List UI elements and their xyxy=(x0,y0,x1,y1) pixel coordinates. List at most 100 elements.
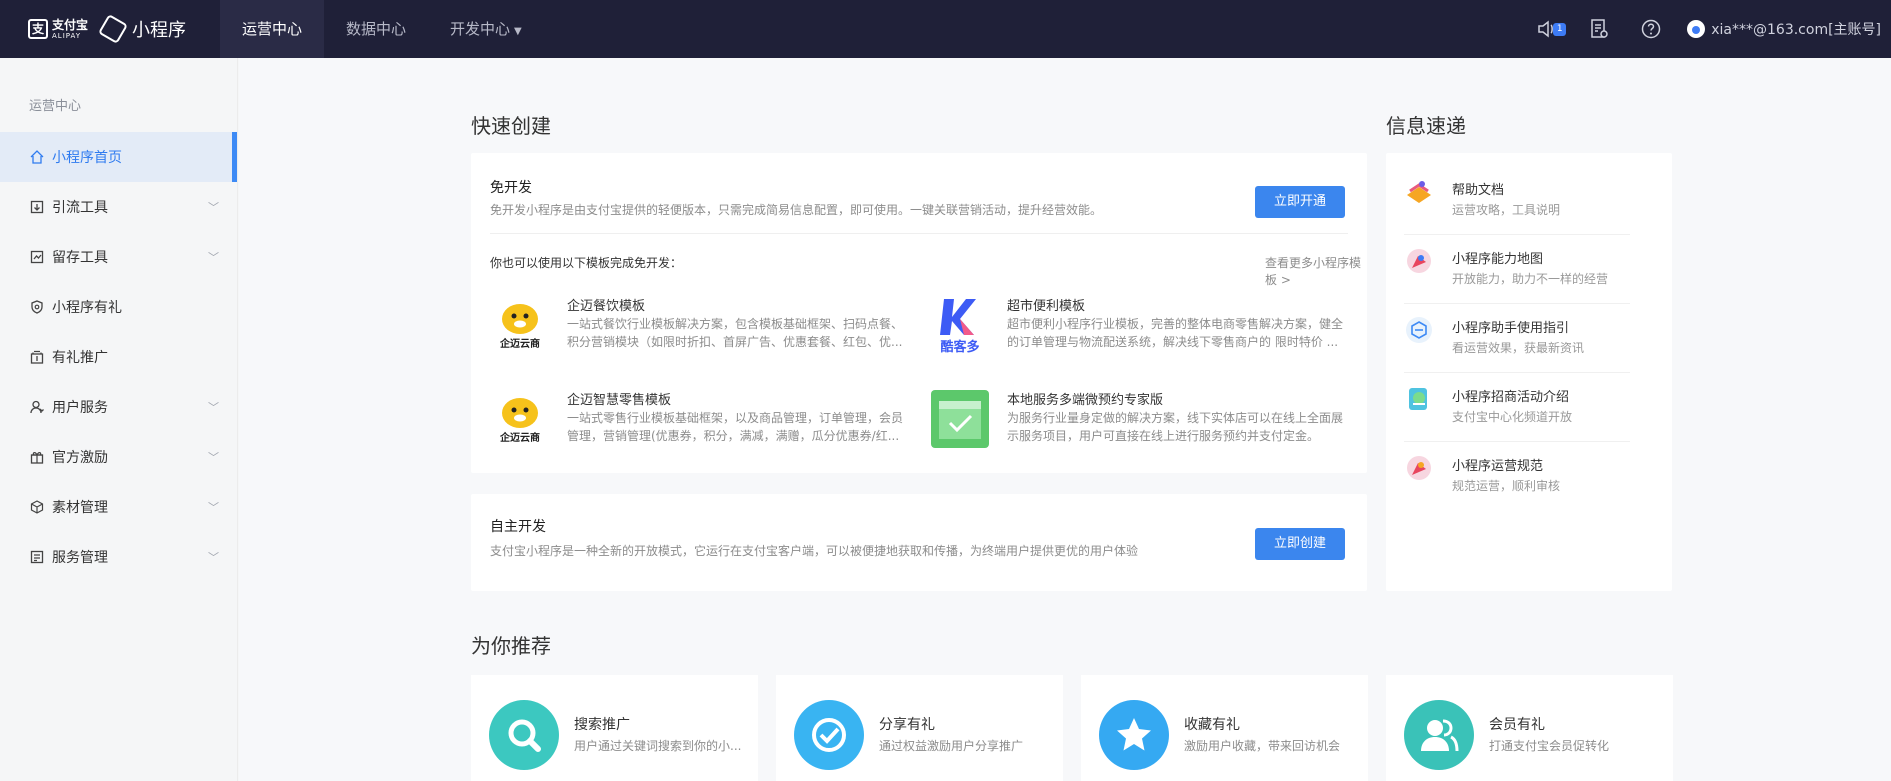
recommend-title-text: 分享有礼 xyxy=(879,717,935,733)
sidebar-item-label: 服务管理 xyxy=(52,550,108,566)
recommend-desc: 打通支付宝会员促转化 xyxy=(1489,739,1610,753)
account-menu[interactable]: xia***@163.com[主账号] xyxy=(1687,19,1881,39)
info-item[interactable]: 小程序助手使用指引 看运营效果，获最新资讯 xyxy=(1404,305,1630,373)
svg-text:企迈云商: 企迈云商 xyxy=(499,431,540,444)
svg-text:酷客多: 酷客多 xyxy=(940,339,979,355)
sidebar-item-label: 引流工具 xyxy=(52,200,108,216)
info-item[interactable]: 小程序能力地图 开放能力，助力不一样的经营 xyxy=(1404,236,1630,304)
template-card[interactable]: 企迈云商 企迈餐饮模板 一站式餐饮行业模板解决方案，包含模板基础框架、扫码点餐、… xyxy=(490,295,910,365)
check-icon xyxy=(794,700,864,770)
recommend-title: 为你推荐 xyxy=(471,634,551,658)
sidebar-item-user-service[interactable]: 用户服务 ﹀ xyxy=(0,382,237,432)
nav-dev-center[interactable]: 开发中心 ▼ xyxy=(428,0,544,58)
miniprogram-icon xyxy=(97,13,129,45)
template-desc: 一站式零售行业模板基础框架，以及商品管理，订单管理，会员管理，营销管理(优惠券，… xyxy=(567,411,904,443)
help-icon[interactable] xyxy=(1640,18,1662,40)
info-item-title: 小程序能力地图 xyxy=(1452,252,1544,267)
recommend-card-favorite[interactable]: 收藏有礼 激励用户收藏，带来回访机会 xyxy=(1081,675,1368,781)
sidebar-item-traffic-tools[interactable]: 引流工具 ﹀ xyxy=(0,182,237,232)
recommend-desc: 用户通过关键词搜索到你的小... xyxy=(574,739,742,753)
template-desc: 为服务行业量身定做的解决方案，线下实体店可以在线上全面展示服务项目，用户可直接在… xyxy=(1007,411,1344,443)
sidebar-item-label: 官方激励 xyxy=(52,450,108,466)
info-card: 帮助文档 运营攻略，工具说明 小程序能力地图 开放能力，助力不一样的经营 小程序… xyxy=(1386,153,1672,591)
recommend-desc: 通过权益激励用户分享推广 xyxy=(879,739,1024,753)
top-bar: 支 支付宝 ALIPAY 小程序 运营中心 数据中心 开发中心 ▼ 1 xia**… xyxy=(0,0,1891,58)
template-desc: 一站式餐饮行业模板解决方案，包含模板基础框架、扫码点餐、积分营销模块（如限时折扣… xyxy=(567,317,904,349)
open-now-button[interactable]: 立即开通 xyxy=(1255,186,1345,218)
nav-ops-center[interactable]: 运营中心 xyxy=(220,0,325,58)
info-item-title: 小程序运营规范 xyxy=(1452,459,1544,474)
sidebar: 运营中心 小程序首页 引流工具 ﹀ 留存工具 ﹀ 小程序有礼 有礼推广 用户服务… xyxy=(0,58,238,781)
caret-down-icon: ▼ xyxy=(514,26,522,37)
info-item-desc: 运营攻略，工具说明 xyxy=(1452,203,1561,217)
avatar xyxy=(1687,20,1706,38)
main-content: 快速创建 免开发 免开发小程序是由支付宝提供的轻便版本，只需完成简易信息配置，即… xyxy=(239,58,1891,781)
kukeduo-logo-icon: 酷客多 xyxy=(930,295,990,355)
product-name: 小程序 xyxy=(132,20,187,41)
globe-icon xyxy=(1409,388,1427,410)
assistant-icon xyxy=(1406,317,1432,343)
members-icon xyxy=(1404,700,1474,770)
recommend-title-text: 收藏有礼 xyxy=(1184,717,1240,733)
gift-shield-icon xyxy=(29,299,45,315)
star-icon xyxy=(1099,700,1169,770)
book-icon xyxy=(1407,181,1431,203)
sidebar-item-label: 用户服务 xyxy=(52,400,108,416)
sidebar-item-material-mgmt[interactable]: 素材管理 ﹀ xyxy=(0,482,237,532)
recommend-card-share[interactable]: 分享有礼 通过权益激励用户分享推广 xyxy=(776,675,1063,781)
alipay-logo: 支 支付宝 ALIPAY xyxy=(28,19,88,40)
svg-text:企迈云商: 企迈云商 xyxy=(499,337,540,350)
sidebar-item-service-mgmt[interactable]: 服务管理 ﹀ xyxy=(0,532,237,582)
info-item-title: 小程序助手使用指引 xyxy=(1452,321,1570,336)
info-item-title: 小程序招商活动介绍 xyxy=(1452,390,1570,405)
rules-icon xyxy=(1407,456,1431,480)
chevron-down-icon: ﹀ xyxy=(208,451,219,464)
info-item[interactable]: 小程序运营规范 规范运营，顺利审核 xyxy=(1404,443,1630,511)
brand[interactable]: 支 支付宝 ALIPAY 小程序 xyxy=(0,0,220,58)
nav-label: 运营中心 xyxy=(242,20,303,38)
task-list-icon[interactable] xyxy=(1588,18,1610,40)
notification-speaker-icon[interactable]: 1 xyxy=(1536,18,1567,40)
sidebar-item-gift-promotion[interactable]: 有礼推广 xyxy=(0,332,237,382)
sidebar-item-official-incentive[interactable]: 官方激励 ﹀ xyxy=(0,432,237,482)
account-name: xia***@163.com[主账号] xyxy=(1711,22,1881,38)
template-desc: 超市便利小程序行业模板，完善的整体电商零售解决方案，健全的订单管理与物流配送系统… xyxy=(1007,317,1344,349)
info-item[interactable]: 帮助文档 运营攻略，工具说明 xyxy=(1404,167,1630,235)
sidebar-item-retention-tools[interactable]: 留存工具 ﹀ xyxy=(0,232,237,282)
template-name: 本地服务多端微预约专家版 xyxy=(1007,393,1164,408)
alipay-name-en: ALIPAY xyxy=(52,31,82,40)
nav-data-center[interactable]: 数据中心 xyxy=(324,0,428,58)
nav-label: 数据中心 xyxy=(346,20,407,38)
recommend-card-search[interactable]: 搜索推广 用户通过关键词搜索到你的小... xyxy=(471,675,758,781)
qimai-logo-icon: 企迈云商 xyxy=(490,389,550,449)
sidebar-item-label: 小程序有礼 xyxy=(52,300,122,316)
free-dev-card: 免开发 免开发小程序是由支付宝提供的轻便版本，只需完成简易信息配置，即可使用。一… xyxy=(471,153,1367,473)
free-dev-title: 免开发 xyxy=(490,180,532,196)
home-icon xyxy=(29,149,45,165)
template-card[interactable]: 本地服务多端微预约专家版 为服务行业量身定做的解决方案，线下实体店可以在线上全面… xyxy=(930,389,1350,459)
info-item-desc: 规范运营，顺利审核 xyxy=(1452,479,1561,493)
sidebar-item-home[interactable]: 小程序首页 xyxy=(0,132,237,182)
miniprogram-logo: 小程序 xyxy=(97,13,187,45)
templates-hint: 你也可以使用以下模板完成免开发： xyxy=(490,256,683,270)
rocket-icon xyxy=(1407,249,1431,273)
chevron-down-icon: ﹀ xyxy=(208,201,219,214)
self-dev-desc: 支付宝小程序是一种全新的开放模式，它运行在支付宝客户端，可以被便捷地获取和传播，… xyxy=(490,544,1139,558)
template-card[interactable]: 企迈云商 企迈智慧零售模板 一站式零售行业模板基础框架，以及商品管理，订单管理，… xyxy=(490,389,910,459)
info-item-title: 帮助文档 xyxy=(1452,183,1505,198)
info-item[interactable]: 小程序招商活动介绍 支付宝中心化频道开放 xyxy=(1404,374,1630,442)
calendar-check-icon xyxy=(930,389,990,449)
notification-badge: 1 xyxy=(1553,23,1567,36)
recommend-desc: 激励用户收藏，带来回访机会 xyxy=(1184,739,1341,753)
template-card[interactable]: 酷客多 超市便利模板 超市便利小程序行业模板，完善的整体电商零售解决方案，健全的… xyxy=(930,295,1350,365)
create-now-button[interactable]: 立即创建 xyxy=(1255,528,1345,560)
recommend-card-member[interactable]: 会员有礼 打通支付宝会员促转化 xyxy=(1386,675,1673,781)
more-templates-link[interactable]: 查看更多小程序模板 > xyxy=(1265,254,1367,288)
divider xyxy=(490,233,1348,234)
gift-box-icon xyxy=(29,449,45,465)
sidebar-item-miniprogram-gift[interactable]: 小程序有礼 xyxy=(0,282,237,332)
alipay-name: 支付宝 xyxy=(52,17,89,32)
sidebar-item-label: 小程序首页 xyxy=(52,150,122,166)
chevron-down-icon: ﹀ xyxy=(208,401,219,414)
recommend-title-text: 会员有礼 xyxy=(1489,717,1545,733)
